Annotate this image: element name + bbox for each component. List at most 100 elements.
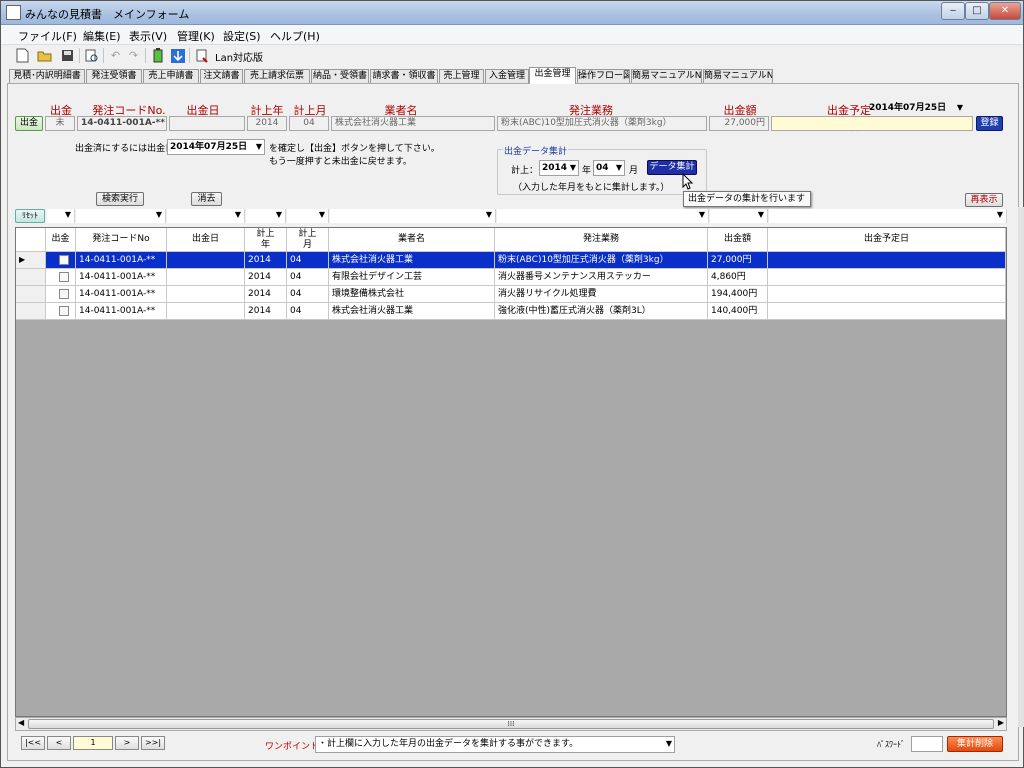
col-header-payment-date[interactable]: 出金日 xyxy=(167,228,245,252)
register-button[interactable]: 登録 xyxy=(976,116,1003,131)
col-header-plan-date[interactable]: 出金予定日 xyxy=(768,228,1006,252)
plan-date-picker[interactable]: 2014年07月25日 ▼ xyxy=(867,101,965,117)
tab-bill-receipt[interactable]: 請求書・領収書 xyxy=(370,69,438,84)
table-row-checkbox[interactable] xyxy=(46,303,76,320)
table-cell-vendor[interactable]: 有限会社デザイン工芸 xyxy=(329,269,495,286)
filter-work[interactable]: ▼ xyxy=(497,209,709,223)
table-cell-year[interactable]: 2014 xyxy=(245,286,287,303)
menu-settings[interactable]: 設定(S) xyxy=(223,28,261,44)
download-icon[interactable] xyxy=(169,47,186,64)
table-cell-month[interactable]: 04 xyxy=(287,286,329,303)
table-cell-work[interactable]: 粉末(ABC)10型加圧式消火器（薬剤3kg） xyxy=(495,252,708,269)
menu-help[interactable]: ヘルプ(H) xyxy=(270,28,320,44)
table-cell-vendor[interactable]: 環境整備株式会社 xyxy=(329,286,495,303)
col-header-vendor[interactable]: 業者名 xyxy=(329,228,495,252)
tip-select[interactable]: ・計上欄に入力した年月の出金データを集計する事ができます。 ▼ xyxy=(315,736,675,753)
filter-amount[interactable]: ▼ xyxy=(710,209,768,223)
summary-year-select[interactable]: 2014 ▼ xyxy=(539,160,579,176)
table-cell-date[interactable] xyxy=(167,252,245,269)
filter-plan-date[interactable]: ▼ xyxy=(769,209,1007,223)
data-grid[interactable]: 出金 発注コードNo 出金日 計上年 計上月 業者名 発注業務 出金額 出金予定… xyxy=(15,227,1007,717)
filter-month[interactable]: ▼ xyxy=(287,209,329,223)
undo-icon[interactable]: ↶ xyxy=(107,47,124,64)
col-header-year[interactable]: 計上年 xyxy=(245,228,287,252)
next-page-button[interactable]: > xyxy=(115,736,139,750)
tab-sales-management[interactable]: 売上管理 xyxy=(439,69,484,84)
tab-manual-2[interactable]: 簡易マニュアルNo.2 xyxy=(703,69,773,84)
tab-order-receipt[interactable]: 発注受領書 xyxy=(86,69,142,84)
scroll-right-icon[interactable]: ▶ xyxy=(998,718,1004,727)
reset-button[interactable]: ﾘｾｯﾄ xyxy=(15,209,45,223)
row-selector[interactable] xyxy=(16,286,46,303)
close-button[interactable]: ✕ xyxy=(989,2,1021,20)
table-cell-month[interactable]: 04 xyxy=(287,303,329,320)
first-page-button[interactable]: |<< xyxy=(21,736,45,750)
table-cell-amount[interactable]: 140,400円 xyxy=(708,303,768,320)
table-row-checkbox[interactable] xyxy=(46,269,76,286)
col-header-shukkin[interactable]: 出金 xyxy=(46,228,76,252)
table-cell-plan[interactable] xyxy=(768,286,1006,303)
vertical-scrollbar[interactable] xyxy=(1018,207,1024,727)
row-selector[interactable] xyxy=(16,303,46,320)
table-row-checkbox[interactable] xyxy=(46,252,76,269)
tab-sales-invoice[interactable]: 売上請求伝票 xyxy=(244,69,310,84)
row-selector-icon[interactable]: ▶ xyxy=(16,252,46,269)
col-header-order-code[interactable]: 発注コードNo xyxy=(76,228,167,252)
minimize-button[interactable]: ‒ xyxy=(941,2,965,20)
tab-delivery[interactable]: 納品・受領書 xyxy=(311,69,369,84)
refresh-button[interactable]: 再表示 xyxy=(965,193,1003,207)
table-cell-work[interactable]: 強化液(中性)蓄圧式消火器（薬剤3L） xyxy=(495,303,708,320)
filter-order-code[interactable]: ▼ xyxy=(76,209,166,223)
maximize-button[interactable]: □ xyxy=(965,2,989,20)
menu-manage[interactable]: 管理(K) xyxy=(177,28,215,44)
filter-shukkin[interactable]: ▼ xyxy=(47,209,75,223)
clear-button[interactable]: 消去 xyxy=(191,192,222,206)
prev-page-button[interactable]: < xyxy=(47,736,71,750)
col-header-work[interactable]: 発注業務 xyxy=(495,228,708,252)
tab-payment-in[interactable]: 入金管理 xyxy=(485,69,529,84)
table-cell-year[interactable]: 2014 xyxy=(245,269,287,286)
table-cell-amount[interactable]: 4,860円 xyxy=(708,269,768,286)
table-cell-plan[interactable] xyxy=(768,303,1006,320)
tab-manual-1[interactable]: 簡易マニュアルNo.1 xyxy=(631,69,702,84)
table-cell-plan[interactable] xyxy=(768,269,1006,286)
print-preview-icon[interactable] xyxy=(83,47,100,64)
save-icon[interactable] xyxy=(59,47,76,64)
table-row-checkbox[interactable] xyxy=(46,286,76,303)
table-cell-date[interactable] xyxy=(167,303,245,320)
tab-estimate[interactable]: 見積･内訳明細書 xyxy=(9,69,85,84)
scroll-left-icon[interactable]: ◀ xyxy=(18,718,24,727)
scroll-thumb[interactable]: ⁞⁞⁞ xyxy=(28,719,994,729)
plan-date-field[interactable] xyxy=(771,116,973,131)
tab-sales-request[interactable]: 売上申請書 xyxy=(143,69,199,84)
table-cell-code[interactable]: 14-0411-001A-** xyxy=(76,252,167,269)
filter-vendor[interactable]: ▼ xyxy=(330,209,496,223)
table-cell-year[interactable]: 2014 xyxy=(245,252,287,269)
table-cell-date[interactable] xyxy=(167,286,245,303)
page-number-field[interactable]: 1 xyxy=(73,736,113,750)
table-cell-work[interactable]: 消火器番号メンテナンス用ステッカー xyxy=(495,269,708,286)
filter-year[interactable]: ▼ xyxy=(246,209,286,223)
table-cell-amount[interactable]: 194,400円 xyxy=(708,286,768,303)
menu-file[interactable]: ファイル(F) xyxy=(18,28,77,44)
menu-edit[interactable]: 編集(E) xyxy=(83,28,121,44)
filter-payment-date[interactable]: ▼ xyxy=(167,209,245,223)
table-cell-code[interactable]: 14-0411-001A-** xyxy=(76,286,167,303)
table-cell-work[interactable]: 消火器リサイクル処理費 xyxy=(495,286,708,303)
table-cell-vendor[interactable]: 株式会社消火器工業 xyxy=(329,303,495,320)
search-button[interactable]: 検索実行 xyxy=(96,192,144,206)
lan-icon[interactable] xyxy=(193,47,210,64)
table-cell-year[interactable]: 2014 xyxy=(245,303,287,320)
password-input[interactable] xyxy=(911,736,943,752)
col-header-month[interactable]: 計上月 xyxy=(287,228,329,252)
table-cell-vendor[interactable]: 株式会社消火器工業 xyxy=(329,252,495,269)
table-cell-plan[interactable] xyxy=(768,252,1006,269)
table-cell-month[interactable]: 04 xyxy=(287,269,329,286)
redo-icon[interactable]: ↷ xyxy=(125,47,142,64)
table-cell-amount[interactable]: 27,000円 xyxy=(708,252,768,269)
shukkin-button[interactable]: 出金 xyxy=(15,116,43,131)
col-header-amount[interactable]: 出金額 xyxy=(708,228,768,252)
horizontal-scrollbar[interactable]: ◀ ⁞⁞⁞ ▶ xyxy=(15,717,1007,731)
table-cell-date[interactable] xyxy=(167,269,245,286)
open-folder-icon[interactable] xyxy=(36,47,53,64)
